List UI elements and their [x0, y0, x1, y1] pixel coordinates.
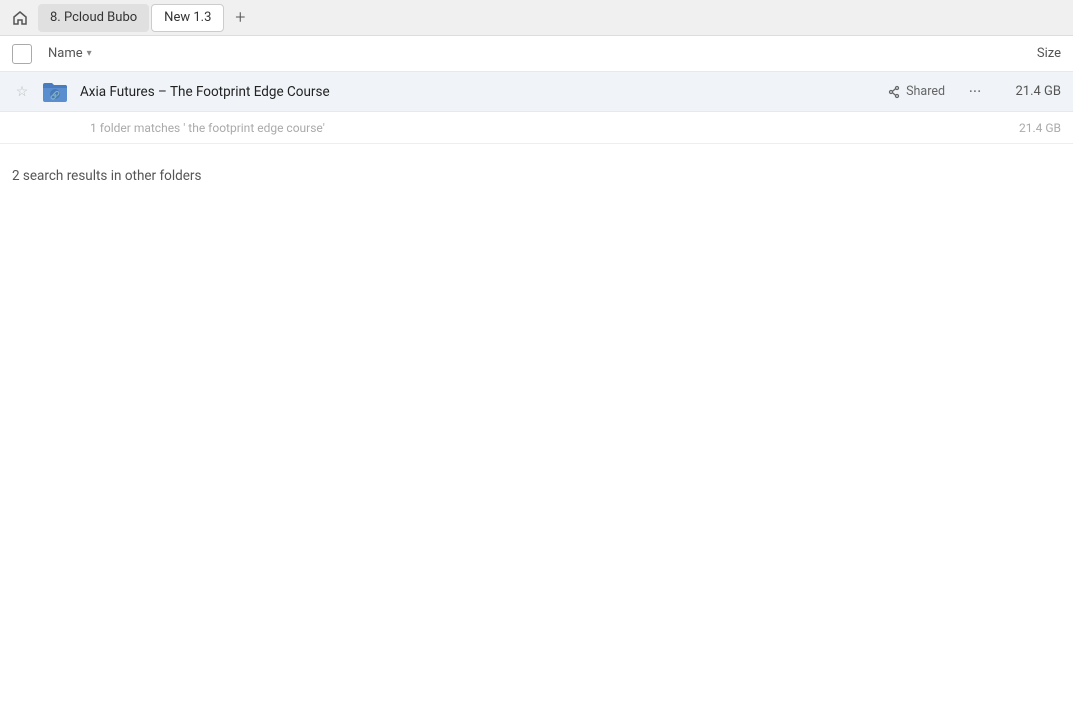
folder-icon: 🔗 [40, 77, 70, 107]
summary-size: 21.4 GB [1019, 121, 1061, 135]
tab-label: 8. Pcloud Bubo [50, 10, 137, 25]
svg-text:🔗: 🔗 [50, 90, 60, 100]
select-all-checkbox[interactable] [12, 44, 32, 64]
star-icon[interactable]: ☆ [12, 82, 32, 102]
summary-row: 1 folder matches ' the footprint edge co… [0, 112, 1073, 144]
more-options-icon[interactable]: ··· [961, 78, 989, 106]
file-name: Axia Futures – The Footprint Edge Course [80, 84, 887, 100]
sort-chevron-icon: ▾ [87, 48, 92, 59]
tab-new-1-3[interactable]: New 1.3 [151, 4, 224, 32]
name-column-header[interactable]: Name ▾ [48, 46, 92, 61]
file-size: 21.4 GB [1001, 84, 1061, 99]
other-folders-label: 2 search results in other folders [12, 168, 1061, 184]
size-column-header: Size [1037, 46, 1061, 61]
add-tab-button[interactable]: + [226, 4, 254, 32]
tab-bar: 8. Pcloud Bubo New 1.3 + [0, 0, 1073, 36]
column-header-row: Name ▾ Size [0, 36, 1073, 72]
tab-label: New 1.3 [164, 10, 211, 25]
other-folders-section: 2 search results in other folders [0, 144, 1073, 196]
file-list-item[interactable]: ☆ 🔗 Axia Futures – The Footprint Edge Co… [0, 72, 1073, 112]
shared-badge: Shared [887, 84, 945, 99]
summary-text: 1 folder matches ' the footprint edge co… [90, 121, 1019, 135]
name-header-label: Name [48, 46, 83, 61]
shared-label: Shared [906, 84, 945, 99]
home-tab-button[interactable] [4, 4, 36, 32]
tab-pcloud-bubo[interactable]: 8. Pcloud Bubo [38, 4, 149, 32]
